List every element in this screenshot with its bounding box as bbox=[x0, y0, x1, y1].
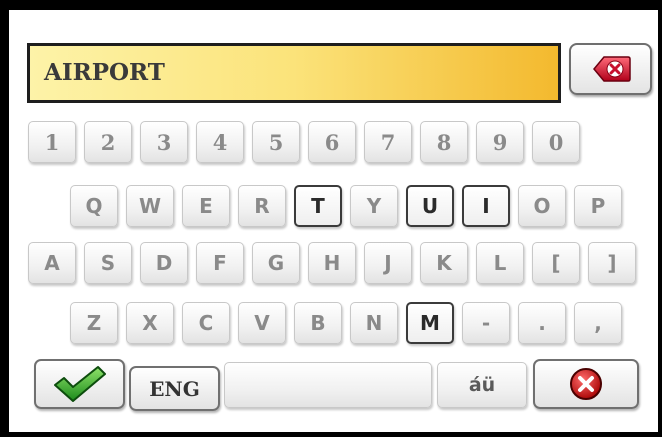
key[interactable]: P bbox=[574, 185, 622, 227]
key-label: - bbox=[481, 311, 491, 335]
key[interactable]: , bbox=[574, 302, 622, 344]
key-label: G bbox=[267, 251, 285, 275]
key[interactable]: 3 bbox=[140, 121, 188, 163]
key[interactable]: F bbox=[196, 242, 244, 284]
key-label: C bbox=[198, 311, 214, 335]
checkmark-icon bbox=[53, 366, 106, 402]
key-label: A bbox=[44, 251, 60, 275]
key-label: , bbox=[594, 311, 602, 335]
key[interactable]: T bbox=[294, 185, 342, 227]
backspace-button[interactable] bbox=[569, 43, 652, 95]
key[interactable]: 5 bbox=[252, 121, 300, 163]
key-label: [ bbox=[551, 251, 561, 275]
key[interactable]: 4 bbox=[196, 121, 244, 163]
key[interactable]: A bbox=[28, 242, 76, 284]
key[interactable]: 6 bbox=[308, 121, 356, 163]
key[interactable]: O bbox=[518, 185, 566, 227]
key[interactable]: B bbox=[294, 302, 342, 344]
key[interactable]: K bbox=[420, 242, 468, 284]
key[interactable]: M bbox=[406, 302, 454, 344]
space-key[interactable] bbox=[224, 362, 432, 408]
key[interactable]: I bbox=[462, 185, 510, 227]
key[interactable]: H bbox=[308, 242, 356, 284]
key[interactable]: Y bbox=[350, 185, 398, 227]
key-label: V bbox=[254, 311, 270, 335]
key[interactable]: G bbox=[252, 242, 300, 284]
key-label: ] bbox=[607, 251, 617, 275]
key-label: 7 bbox=[380, 129, 396, 155]
key[interactable]: U bbox=[406, 185, 454, 227]
key[interactable]: 0 bbox=[532, 121, 580, 163]
key-label: 2 bbox=[100, 129, 116, 155]
search-input[interactable]: AIRPORT bbox=[27, 43, 561, 103]
key-label: 6 bbox=[324, 129, 340, 155]
key-label: 4 bbox=[212, 129, 228, 155]
key-label: W bbox=[138, 194, 162, 218]
key-label: K bbox=[436, 251, 452, 275]
key-label: H bbox=[323, 251, 341, 275]
special-characters-label: áü bbox=[468, 374, 496, 396]
key-label: U bbox=[421, 194, 439, 218]
confirm-button[interactable] bbox=[34, 359, 125, 409]
cancel-button[interactable] bbox=[533, 359, 639, 409]
key-label: T bbox=[311, 194, 325, 218]
key-label: Y bbox=[366, 194, 382, 218]
key[interactable]: ] bbox=[588, 242, 636, 284]
key-label: E bbox=[199, 194, 213, 218]
key-label: F bbox=[213, 251, 227, 275]
key[interactable]: 7 bbox=[364, 121, 412, 163]
key[interactable]: X bbox=[126, 302, 174, 344]
key[interactable]: L bbox=[476, 242, 524, 284]
search-input-value: AIRPORT bbox=[44, 59, 165, 86]
key-label: . bbox=[538, 311, 546, 335]
language-button-label: ENG bbox=[149, 376, 200, 401]
key-label: 8 bbox=[436, 129, 452, 155]
key-label: R bbox=[254, 194, 270, 218]
device-frame: AIRPORT 1 2 3 4 5 6 7 8 9 0 Q W E R T Y U I O P A S D F G H J K L [] Z… bbox=[0, 0, 662, 437]
key[interactable]: V bbox=[238, 302, 286, 344]
backspace-icon bbox=[593, 56, 631, 82]
key-label: 1 bbox=[44, 129, 60, 155]
key[interactable]: Q bbox=[70, 185, 118, 227]
key-label: J bbox=[384, 251, 392, 275]
key-label: L bbox=[493, 251, 507, 275]
keyboard-screen: AIRPORT 1 2 3 4 5 6 7 8 9 0 Q W E R T Y U I O P A S D F G H J K L [] Z… bbox=[9, 10, 658, 432]
key-label: O bbox=[533, 194, 551, 218]
key-label: S bbox=[100, 251, 116, 275]
key-label: 5 bbox=[268, 129, 284, 155]
key-label: 9 bbox=[492, 129, 508, 155]
key-label: I bbox=[482, 194, 490, 218]
key[interactable]: . bbox=[518, 302, 566, 344]
key[interactable]: 8 bbox=[420, 121, 468, 163]
key-label: N bbox=[365, 311, 383, 335]
language-button[interactable]: ENG bbox=[129, 366, 220, 411]
key[interactable]: N bbox=[350, 302, 398, 344]
key-label: Q bbox=[85, 194, 103, 218]
key[interactable]: Z bbox=[70, 302, 118, 344]
key[interactable]: C bbox=[182, 302, 230, 344]
cancel-x-icon bbox=[570, 368, 602, 400]
special-characters-key[interactable]: áü bbox=[437, 362, 527, 408]
key-label: X bbox=[142, 311, 158, 335]
key-label: P bbox=[590, 194, 606, 218]
key[interactable]: D bbox=[140, 242, 188, 284]
key[interactable]: 1 bbox=[28, 121, 76, 163]
key[interactable]: S bbox=[84, 242, 132, 284]
key[interactable]: [ bbox=[532, 242, 580, 284]
key[interactable]: E bbox=[182, 185, 230, 227]
key[interactable]: 2 bbox=[84, 121, 132, 163]
key-label: B bbox=[310, 311, 326, 335]
key-label: Z bbox=[86, 311, 102, 335]
key-label: D bbox=[155, 251, 173, 275]
key[interactable]: R bbox=[238, 185, 286, 227]
key[interactable]: 9 bbox=[476, 121, 524, 163]
key[interactable]: J bbox=[364, 242, 412, 284]
key[interactable]: - bbox=[462, 302, 510, 344]
key[interactable]: W bbox=[126, 185, 174, 227]
key-label: 3 bbox=[156, 129, 172, 155]
key-label: M bbox=[420, 311, 440, 335]
key-label: 0 bbox=[548, 129, 564, 155]
